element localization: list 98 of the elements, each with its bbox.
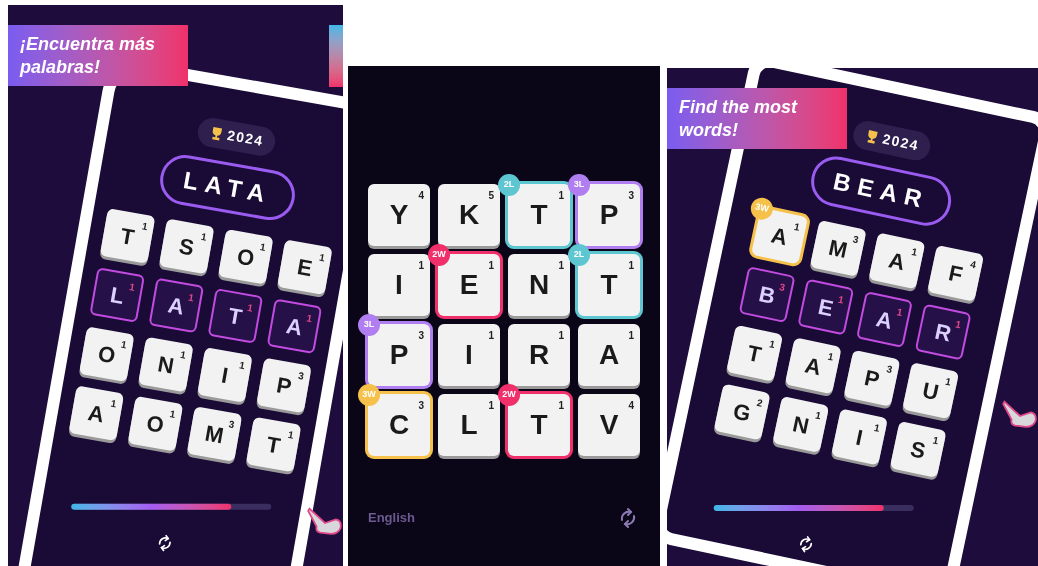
tile-points: 1 bbox=[792, 219, 802, 235]
selected-letter-tile[interactable]: L 1 bbox=[89, 267, 145, 323]
selected-letter-tile[interactable]: R 1 bbox=[914, 303, 972, 361]
letter-tile[interactable]: T 1 bbox=[245, 416, 302, 473]
letter-tile[interactable]: A 1 bbox=[784, 337, 842, 395]
letter-tile[interactable]: I 1 bbox=[831, 408, 888, 466]
letter-tile[interactable]: I 1 bbox=[197, 347, 253, 403]
tile-points: 1 bbox=[836, 292, 846, 308]
tile-points: 1 bbox=[628, 329, 634, 343]
tile-points: 1 bbox=[558, 399, 564, 413]
letter-tile[interactable]: A 1 bbox=[868, 232, 926, 290]
bonus-badge: 2W bbox=[498, 384, 520, 406]
tile-points: 1 bbox=[286, 427, 295, 443]
tile-points: 3 bbox=[418, 329, 424, 343]
tile-points: 1 bbox=[119, 337, 128, 353]
letter-tile[interactable]: S 1 bbox=[889, 420, 947, 478]
tile-points: 1 bbox=[628, 259, 634, 273]
letter-tile[interactable]: U 1 bbox=[902, 362, 960, 420]
tile-points: 4 bbox=[418, 189, 424, 203]
bonus-badge: 2L bbox=[498, 174, 520, 196]
tile-points: 1 bbox=[558, 189, 564, 203]
tile-points: 2 bbox=[755, 395, 764, 411]
bonus-badge: 3W bbox=[748, 195, 775, 222]
tile-points: 1 bbox=[168, 407, 177, 422]
tile-points: 1 bbox=[109, 396, 118, 412]
letter-tile[interactable]: Y 4 bbox=[368, 184, 430, 246]
letter-tile[interactable]: R 1 bbox=[508, 324, 570, 386]
year-badge: 2024 bbox=[195, 115, 278, 158]
letter-tile[interactable]: M 3 bbox=[809, 219, 867, 277]
tile-points: 1 bbox=[318, 250, 327, 266]
bonus-badge: 2W bbox=[428, 244, 450, 266]
letter-tile[interactable]: M 3 bbox=[186, 406, 243, 462]
selected-letter-tile[interactable]: B 3 bbox=[738, 266, 796, 324]
tile-points: 1 bbox=[140, 219, 149, 235]
tile-points: 1 bbox=[199, 229, 208, 245]
letter-tile[interactable]: V 4 bbox=[578, 394, 640, 456]
letter-tile[interactable]: S 1 bbox=[158, 218, 215, 275]
tile-points: 1 bbox=[488, 329, 494, 343]
letter-tile[interactable]: F 4 bbox=[927, 244, 985, 302]
letter-tile[interactable]: E 1 bbox=[277, 239, 333, 296]
bonus-badge: 3W bbox=[358, 384, 380, 406]
selected-letter-tile[interactable]: A 1 bbox=[148, 277, 205, 334]
tile-points: 1 bbox=[488, 259, 494, 273]
tile-points: 1 bbox=[558, 329, 564, 343]
tile-points: 3 bbox=[851, 232, 860, 248]
tile-points: 1 bbox=[910, 244, 919, 260]
letter-tile[interactable]: P 3 bbox=[843, 349, 901, 407]
letter-tile[interactable]: N 1 bbox=[772, 396, 830, 453]
letter-tile[interactable]: L 1 bbox=[438, 394, 500, 456]
tile-points: 1 bbox=[187, 290, 196, 306]
letter-tile[interactable]: P 3 bbox=[256, 357, 312, 414]
letter-tile[interactable]: A 1 bbox=[578, 324, 640, 386]
tile-points: 1 bbox=[943, 374, 953, 390]
letter-tile[interactable]: O 1 bbox=[217, 229, 274, 285]
selected-letter-tile[interactable]: A 1 bbox=[856, 291, 913, 349]
tile-points: 3 bbox=[418, 399, 424, 413]
tile-points: 1 bbox=[814, 408, 823, 424]
tile-points: 1 bbox=[931, 433, 940, 449]
letter-tile[interactable]: T 1 bbox=[99, 208, 156, 264]
tile-points: 3 bbox=[227, 417, 236, 433]
tile-points: 1 bbox=[767, 337, 777, 353]
letter-tile[interactable]: K 5 bbox=[438, 184, 500, 246]
tile-points: 1 bbox=[128, 280, 137, 295]
tile-points: 1 bbox=[418, 259, 424, 273]
letter-tile[interactable]: O 1 bbox=[78, 326, 135, 382]
tile-points: 1 bbox=[895, 305, 904, 320]
bonus-badge: 3L bbox=[568, 174, 590, 196]
tile-points: 3 bbox=[777, 280, 787, 295]
tile-points: 1 bbox=[826, 349, 836, 365]
tile-points: 1 bbox=[488, 399, 494, 413]
tile-points: 1 bbox=[258, 240, 267, 255]
selected-letter-tile[interactable]: E 1 bbox=[797, 278, 855, 336]
letter-tile[interactable]: I 1 bbox=[368, 254, 430, 316]
letter-tile[interactable]: T 1 bbox=[726, 324, 784, 382]
tile-points: 5 bbox=[488, 189, 494, 203]
tile-points: 1 bbox=[238, 358, 247, 374]
tile-points: 3 bbox=[885, 362, 894, 378]
letter-tile[interactable]: N 1 bbox=[138, 336, 194, 393]
tile-points: 1 bbox=[246, 300, 255, 316]
letter-tile[interactable]: G 2 bbox=[713, 383, 771, 441]
tile-points: 3 bbox=[297, 368, 306, 384]
tile-points: 3 bbox=[628, 189, 634, 203]
tile-points: 1 bbox=[305, 311, 314, 327]
selected-letter-tile[interactable]: T 1 bbox=[207, 288, 264, 344]
tile-points: 1 bbox=[558, 259, 564, 273]
letter-tile[interactable]: A 1 bbox=[68, 385, 125, 442]
letter-tile[interactable]: N 1 bbox=[508, 254, 570, 316]
tile-points: 1 bbox=[954, 317, 963, 333]
letter-tile[interactable]: I 1 bbox=[438, 324, 500, 386]
tile-points: 1 bbox=[178, 348, 188, 363]
promo-banner: ¡Encuentra más palabras! bbox=[8, 25, 188, 86]
tile-points: 1 bbox=[872, 420, 882, 436]
promo-banner: Find the most words! bbox=[667, 88, 847, 149]
tile-points: 4 bbox=[968, 257, 978, 273]
bonus-badge: 3L bbox=[358, 314, 380, 336]
letter-tile[interactable]: O 1 bbox=[127, 395, 184, 452]
selected-letter-tile[interactable]: A 1 bbox=[266, 298, 323, 355]
tile-points: 4 bbox=[628, 399, 634, 413]
